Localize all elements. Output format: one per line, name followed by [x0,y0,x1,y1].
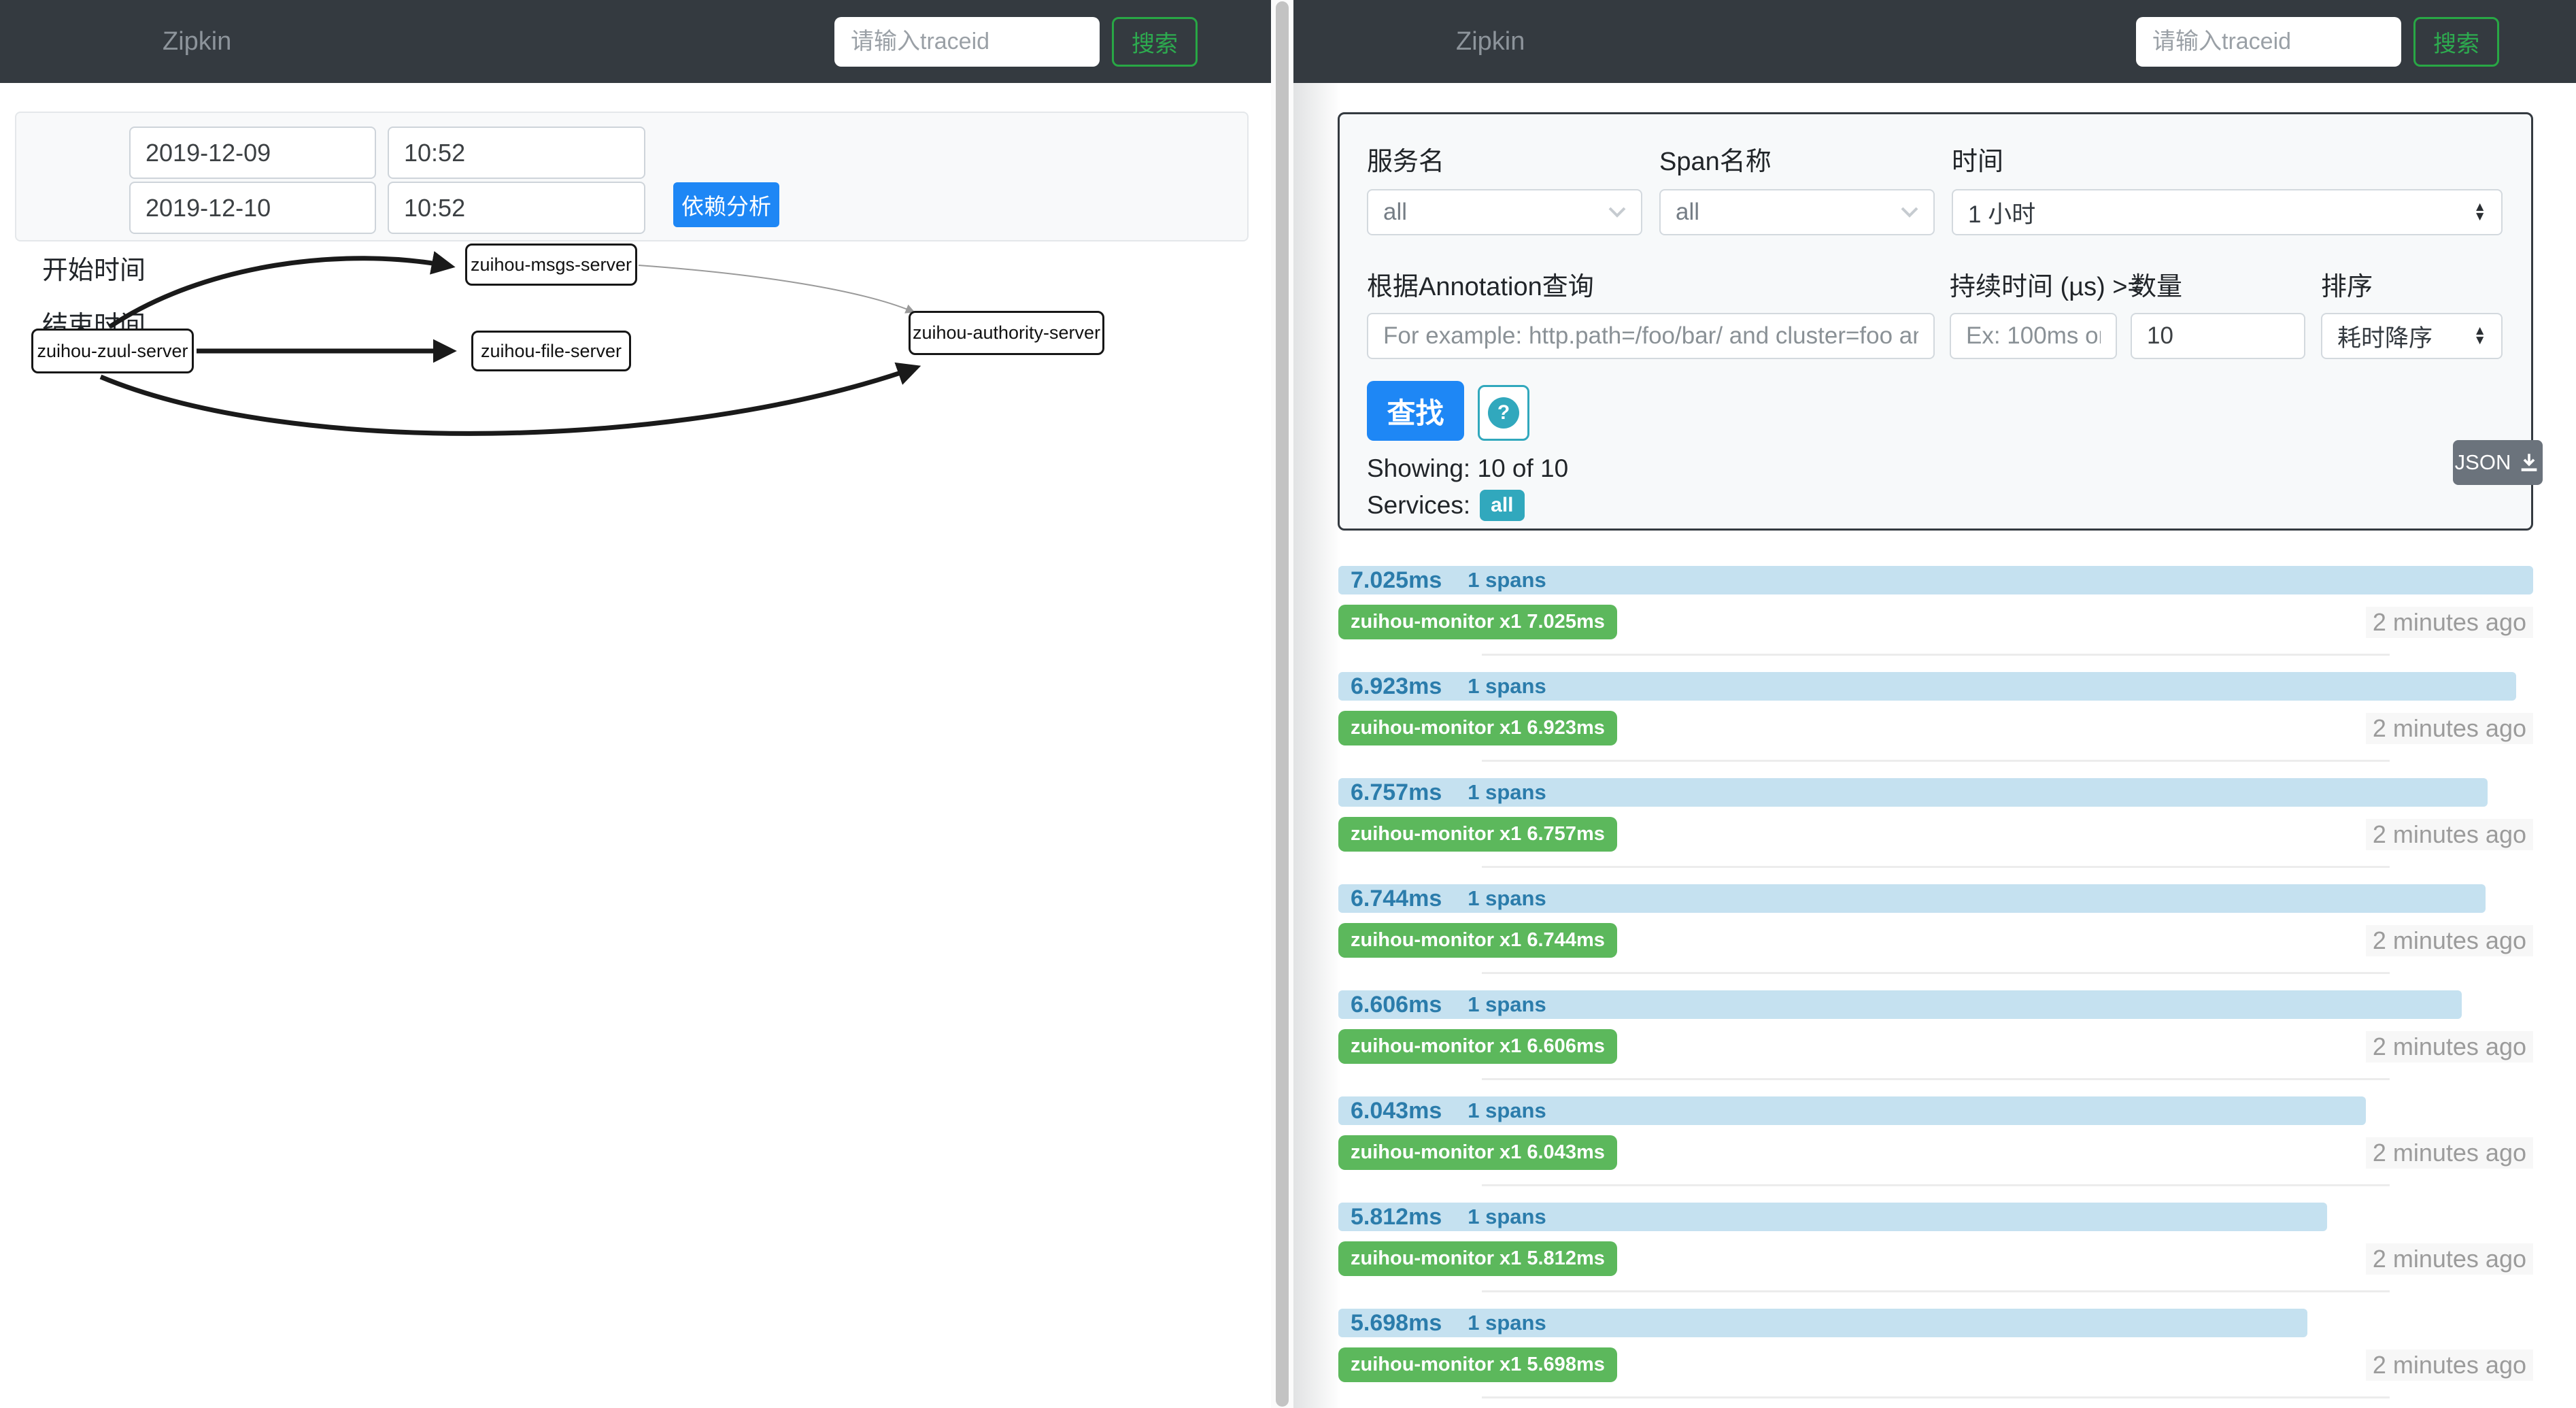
find-button[interactable]: 查找 [1367,381,1464,441]
trace-row: 5.698ms 1 spans zuihou-monitor x1 5.698m… [1338,1309,2533,1408]
edge-zuul-to-msgs [110,258,449,326]
count-label: 数量 [2131,265,2182,303]
service-name-label: 服务名 [1367,140,1444,178]
row-divider [1482,972,2390,974]
zipkin-search-window: Zipkin 搜索 服务名 Span名称 时间 all all 1 小时 ▲▼ … [1293,0,2576,1408]
duration-label: 持续时间 (µs) >= [1950,265,2143,303]
start-time-label: 开始时间 [42,249,146,286]
dependency-analyze-button[interactable]: 依赖分析 [673,182,779,227]
annotation-query-label: 根据Annotation查询 [1367,265,1594,303]
sort-order-select[interactable]: 耗时降序 ▲▼ [2321,313,2503,359]
traceid-input[interactable] [834,17,1100,67]
trace-list: 7.025ms 1 spans zuihou-monitor x1 7.025m… [1338,566,2533,1408]
graph-node-authority-server[interactable]: zuihou-authority-server [909,311,1104,355]
edge-msgs-to-authority [639,265,913,312]
time-range-select[interactable]: 1 小时 ▲▼ [1952,189,2503,235]
min-duration-input[interactable] [1950,313,2117,359]
trace-bar[interactable]: 6.757ms 1 spans [1338,778,2488,807]
trace-bar[interactable]: 6.744ms 1 spans [1338,884,2486,913]
annotation-query-input[interactable] [1367,313,1935,359]
service-badge[interactable]: zuihou-monitor x1 6.744ms [1338,923,1617,958]
time-label: 时间 [1952,140,2003,178]
help-button[interactable]: ? [1478,385,1529,441]
row-divider [1482,1078,2390,1080]
row-divider [1482,1396,2390,1398]
trace-timestamp: 2 minutes ago [2366,1031,2533,1062]
service-badge[interactable]: zuihou-monitor x1 7.025ms [1338,605,1617,639]
left-window-scrollbar[interactable] [1271,0,1293,1408]
trace-bar[interactable]: 5.812ms 1 spans [1338,1203,2327,1231]
services-label: Services: [1367,491,1470,520]
start-time-input[interactable] [388,127,645,179]
result-count-input[interactable] [2131,313,2305,359]
row-divider [1482,866,2390,868]
sort-label: 排序 [2321,265,2373,303]
trace-bar[interactable]: 6.606ms 1 spans [1338,990,2462,1019]
graph-node-file-server[interactable]: zuihou-file-server [471,331,631,371]
row-divider [1482,1184,2390,1186]
span-name-select[interactable]: all [1659,189,1935,235]
zipkin-dependency-window: Zipkin 搜索 开始时间 结束时间 依赖分析 zuihou-zuul-ser… [0,0,1271,1408]
service-badge[interactable]: zuihou-monitor x1 6.043ms [1338,1135,1617,1170]
row-divider [1482,1290,2390,1292]
trace-row: 7.025ms 1 spans zuihou-monitor x1 7.025m… [1338,566,2533,672]
trace-timestamp: 2 minutes ago [2366,925,2533,956]
navbar: Zipkin 搜索 [0,0,1271,83]
trace-row: 6.606ms 1 spans zuihou-monitor x1 6.606m… [1338,990,2533,1096]
service-badge[interactable]: zuihou-monitor x1 6.606ms [1338,1029,1617,1064]
trace-bar[interactable]: 7.025ms 1 spans [1338,566,2533,594]
end-date-input[interactable] [129,182,376,234]
edge-zuul-to-authority [101,368,915,433]
trace-timestamp: 2 minutes ago [2366,1137,2533,1169]
search-button[interactable]: 搜索 [1112,17,1198,67]
service-badge[interactable]: zuihou-monitor x1 6.757ms [1338,817,1617,852]
trace-timestamp: 2 minutes ago [2366,819,2533,850]
date-range-form: 开始时间 结束时间 依赖分析 [15,112,1249,241]
trace-row: 6.923ms 1 spans zuihou-monitor x1 6.923m… [1338,672,2533,778]
graph-node-msgs-server[interactable]: zuihou-msgs-server [465,244,637,286]
service-badge[interactable]: zuihou-monitor x1 6.923ms [1338,711,1617,745]
select-spinner-icon: ▲▼ [2473,326,2486,346]
span-name-label: Span名称 [1659,140,1772,178]
scrollbar-thumb[interactable] [1276,1,1289,1407]
app-title: Zipkin [163,27,231,56]
trace-bar[interactable]: 6.923ms 1 spans [1338,672,2516,701]
services-line: Services: all [1367,490,1525,521]
json-download-button[interactable]: JSON [2453,440,2543,485]
select-spinner-icon: ▲▼ [2473,203,2486,222]
chevron-down-icon [1608,207,1626,218]
service-name-select[interactable]: all [1367,189,1642,235]
trace-row: 6.744ms 1 spans zuihou-monitor x1 6.744m… [1338,884,2533,990]
traceid-search: 搜索 [2136,17,2499,67]
trace-timestamp: 2 minutes ago [2366,1243,2533,1275]
row-divider [1482,760,2390,762]
chevron-down-icon [1901,207,1918,218]
service-badge[interactable]: zuihou-monitor x1 5.698ms [1338,1347,1617,1382]
traceid-input[interactable] [2136,17,2401,67]
trace-timestamp: 2 minutes ago [2366,607,2533,638]
search-button[interactable]: 搜索 [2413,17,2499,67]
navbar: Zipkin 搜索 [1293,0,2576,83]
trace-bar[interactable]: 6.043ms 1 spans [1338,1096,2366,1125]
services-all-badge[interactable]: all [1480,490,1524,521]
trace-search-panel: 服务名 Span名称 时间 all all 1 小时 ▲▼ 根据Annotati… [1338,112,2533,531]
end-time-input[interactable] [388,182,645,234]
trace-timestamp: 2 minutes ago [2366,1350,2533,1381]
trace-bar[interactable]: 5.698ms 1 spans [1338,1309,2307,1337]
question-mark-icon: ? [1488,397,1519,429]
trace-row: 6.757ms 1 spans zuihou-monitor x1 6.757m… [1338,778,2533,884]
trace-row: 6.043ms 1 spans zuihou-monitor x1 6.043m… [1338,1096,2533,1203]
download-icon [2518,451,2541,474]
showing-count: Showing: 10 of 10 [1367,454,1568,483]
graph-node-zuul-server[interactable]: zuihou-zuul-server [31,329,194,373]
service-badge[interactable]: zuihou-monitor x1 5.812ms [1338,1241,1617,1276]
trace-row: 5.812ms 1 spans zuihou-monitor x1 5.812m… [1338,1203,2533,1309]
start-date-input[interactable] [129,127,376,179]
trace-timestamp: 2 minutes ago [2366,713,2533,744]
row-divider [1482,654,2390,656]
app-title: Zipkin [1456,27,1525,56]
traceid-search: 搜索 [834,17,1198,67]
